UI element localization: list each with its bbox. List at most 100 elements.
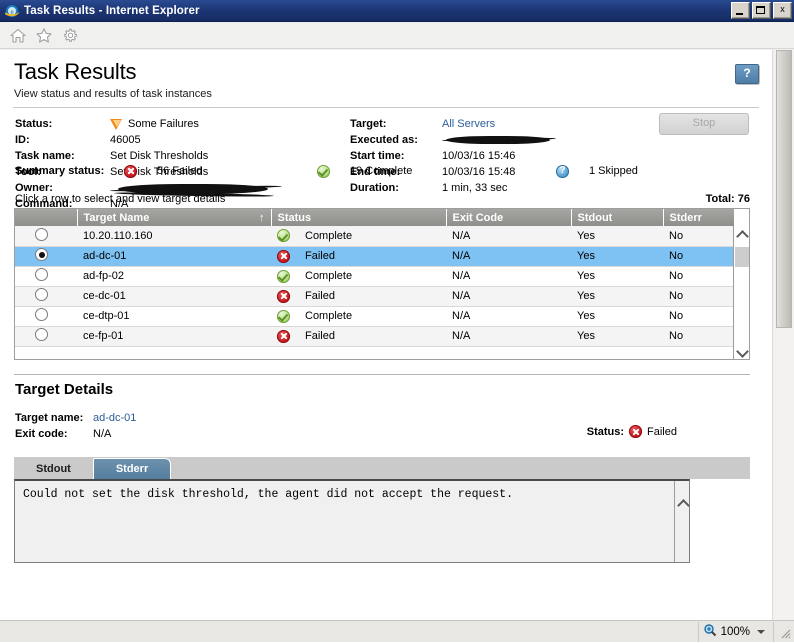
- summary-skipped: 1 Skipped: [556, 164, 638, 178]
- row-status: Complete: [271, 306, 446, 327]
- chevron-down-icon[interactable]: [757, 629, 765, 634]
- row-select-cell[interactable]: [15, 226, 77, 247]
- info-label-target: Target:: [350, 118, 387, 130]
- info-value-duration: 1 min, 33 sec: [442, 182, 508, 194]
- success-circle-icon: [277, 309, 290, 323]
- tab-stderr[interactable]: Stderr: [92, 458, 172, 479]
- table-row[interactable]: ad-dc-01 Failed N/A Yes No: [15, 246, 734, 267]
- details-exit-code-value: N/A: [93, 428, 112, 440]
- summary-skipped-count: 1 Skipped: [589, 165, 638, 177]
- target-link[interactable]: All Servers: [442, 118, 495, 130]
- info-label-id: ID:: [15, 134, 30, 146]
- details-divider: [14, 374, 750, 375]
- row-target-name: 10.20.110.160: [77, 226, 271, 247]
- sort-ascending-icon: ↑: [259, 211, 265, 224]
- row-radio[interactable]: [35, 288, 48, 301]
- console-text: Could not set the disk threshold, the ag…: [23, 488, 513, 501]
- status-bar: 100%: [0, 620, 794, 642]
- redaction-mark: [441, 134, 557, 147]
- scroll-down-icon[interactable]: [734, 344, 749, 359]
- info-label-duration: Duration:: [350, 182, 399, 194]
- column-header-status[interactable]: Status: [271, 209, 447, 226]
- row-status: Complete: [271, 226, 446, 247]
- error-circle-icon: [629, 425, 643, 438]
- star-icon[interactable]: [33, 24, 55, 46]
- row-exit-code: N/A: [446, 266, 571, 287]
- column-header-stdout[interactable]: Stdout: [571, 209, 664, 226]
- scroll-up-icon[interactable]: [675, 495, 689, 511]
- console-scrollbar[interactable]: [674, 481, 689, 562]
- details-target-name-link[interactable]: ad-dc-01: [93, 412, 136, 424]
- magnifier-plus-icon: [703, 623, 717, 640]
- info-label-start-time: Start time:: [350, 150, 405, 162]
- details-exit-code-row: Exit code: N/A: [15, 426, 136, 442]
- results-grid: Target Name ↑ Status Exit Code Stdout St…: [14, 208, 750, 360]
- details-title: Target Details: [15, 381, 114, 398]
- column-header-exit-code[interactable]: Exit Code: [446, 209, 572, 226]
- page-scrollbar-thumb[interactable]: [776, 50, 792, 328]
- console-output[interactable]: Could not set the disk threshold, the ag…: [14, 479, 690, 563]
- row-select-cell[interactable]: [15, 326, 77, 347]
- maximize-button[interactable]: [752, 2, 771, 19]
- close-button[interactable]: x: [773, 2, 792, 19]
- summary-status-row: Summary status: 56 Failed 19 Complete 1 …: [15, 162, 750, 180]
- gear-icon[interactable]: [59, 24, 81, 46]
- info-row-id: ID: 46005: [15, 132, 275, 148]
- row-stdout: Yes: [571, 266, 663, 287]
- row-exit-code: N/A: [446, 326, 571, 347]
- row-status: Complete: [271, 266, 446, 287]
- minimize-icon: [732, 3, 749, 18]
- stop-button[interactable]: Stop: [659, 113, 749, 135]
- row-exit-code: N/A: [446, 286, 571, 307]
- scroll-up-icon[interactable]: [734, 226, 749, 242]
- details-target-name-label: Target name:: [15, 412, 84, 424]
- window-title: Task Results - Internet Explorer: [24, 4, 200, 17]
- error-circle-icon: [277, 289, 290, 303]
- help-button[interactable]: ?: [735, 64, 759, 84]
- page-header-section: Task Results View status and results of …: [0, 50, 772, 100]
- row-radio[interactable]: [35, 308, 48, 321]
- row-select-cell[interactable]: [15, 306, 77, 327]
- info-row-executed-as: Executed as:: [350, 132, 557, 148]
- details-status-value: Failed: [647, 425, 677, 438]
- row-radio[interactable]: [35, 268, 48, 281]
- row-target-name: ce-dtp-01: [77, 306, 271, 327]
- minimize-button[interactable]: [731, 2, 750, 19]
- grid-scrollbar[interactable]: [733, 226, 749, 359]
- home-icon[interactable]: [7, 24, 29, 46]
- row-exit-code: N/A: [446, 246, 571, 267]
- column-header-target-name-label: Target Name: [83, 211, 150, 224]
- row-stdout: Yes: [571, 226, 663, 247]
- table-row[interactable]: 10.20.110.160 Complete N/A Yes No: [15, 226, 734, 247]
- row-stdout: Yes: [571, 326, 663, 347]
- row-select-cell[interactable]: [15, 286, 77, 307]
- page-scrollbar[interactable]: [772, 50, 794, 620]
- row-radio[interactable]: [35, 227, 48, 241]
- resize-grip[interactable]: [778, 626, 792, 640]
- row-select-cell[interactable]: [15, 266, 77, 287]
- success-circle-icon: [277, 269, 290, 283]
- info-value-start-time: 10/03/16 15:46: [442, 150, 516, 162]
- task-info-right-column: Target: All Servers Executed as: Start t…: [350, 116, 557, 196]
- row-select-cell[interactable]: [15, 246, 77, 267]
- zoom-control[interactable]: 100%: [697, 621, 774, 642]
- column-header-select[interactable]: [15, 209, 78, 226]
- grid-scrollbar-thumb[interactable]: [735, 247, 749, 267]
- row-radio[interactable]: [35, 328, 48, 341]
- title-bar: e Task Results - Internet Explorer x: [0, 0, 794, 22]
- table-row[interactable]: ce-fp-01 Failed N/A Yes No: [15, 326, 734, 347]
- row-radio[interactable]: [35, 248, 48, 261]
- summary-failed: 56 Failed: [124, 164, 317, 178]
- info-row-duration: Duration: 1 min, 33 sec: [350, 180, 552, 196]
- table-row[interactable]: ce-dtp-01 Complete N/A Yes No: [15, 306, 734, 327]
- table-row[interactable]: ad-fp-02 Complete N/A Yes No: [15, 266, 734, 287]
- column-header-target-name[interactable]: Target Name ↑: [77, 209, 272, 226]
- svg-text:e: e: [10, 8, 13, 16]
- row-target-name: ce-fp-01: [77, 326, 271, 347]
- maximize-icon: [753, 3, 770, 18]
- row-status: Failed: [271, 326, 446, 347]
- column-header-stderr[interactable]: Stderr: [663, 209, 734, 226]
- table-row[interactable]: ce-dc-01 Failed N/A Yes No: [15, 286, 734, 307]
- tab-stdout[interactable]: Stdout: [14, 460, 93, 479]
- row-status: Failed: [271, 286, 446, 307]
